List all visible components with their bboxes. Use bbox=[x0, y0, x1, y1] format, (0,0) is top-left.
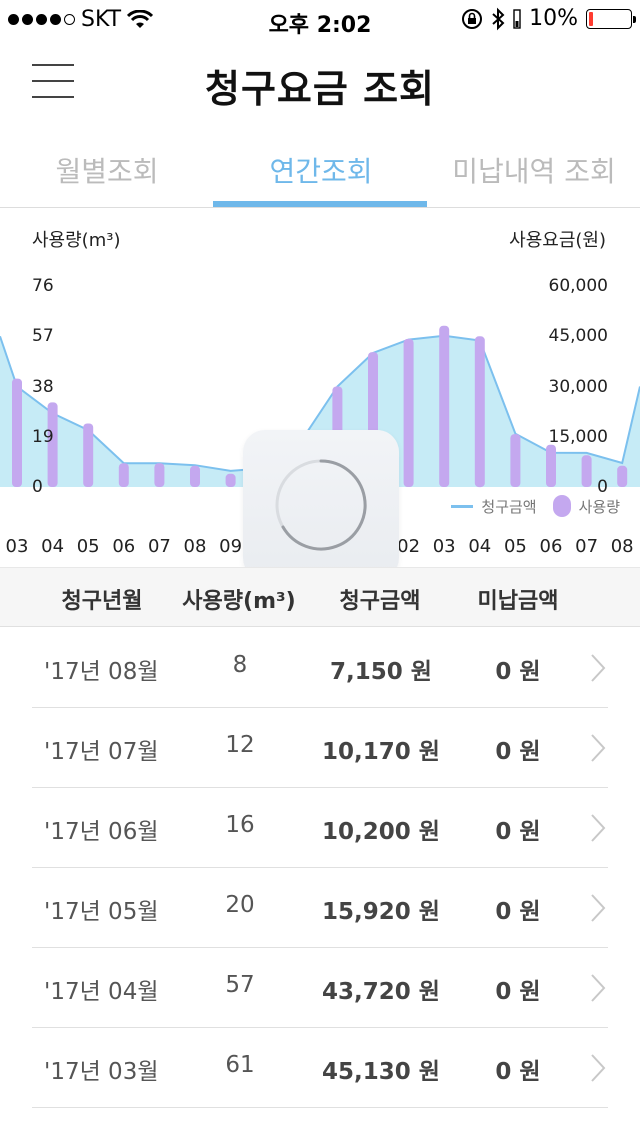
row-unpaid: 0 원 bbox=[495, 739, 541, 765]
bluetooth-icon bbox=[492, 7, 505, 30]
row-usage: 16 bbox=[225, 812, 255, 838]
row-amount: 45,130 원 bbox=[322, 1059, 440, 1085]
chevron-right-icon[interactable] bbox=[588, 652, 608, 684]
x-tick-label: 04 bbox=[41, 536, 65, 557]
x-tick-label: 03 bbox=[432, 536, 456, 557]
usage-bar[interactable] bbox=[581, 455, 592, 487]
usage-bar[interactable] bbox=[190, 465, 200, 487]
tab-monthly[interactable]: 월별조회 bbox=[40, 150, 174, 190]
right-tick-label: 0 bbox=[597, 477, 608, 497]
left-tick-label: 76 bbox=[32, 276, 54, 296]
left-tick-label: 38 bbox=[32, 376, 54, 397]
usage-bar[interactable] bbox=[403, 338, 414, 487]
row-usage: 20 bbox=[225, 892, 255, 918]
chart-legend: 청구금액 사용량 bbox=[451, 495, 620, 517]
left-tick-label: 57 bbox=[32, 326, 54, 347]
usage-bar[interactable] bbox=[118, 463, 129, 487]
table-row[interactable]: '17년 05월 20 15,920 원 0 원 bbox=[32, 868, 608, 948]
x-tick-label: 05 bbox=[503, 536, 527, 557]
row-unpaid: 0 원 bbox=[495, 819, 541, 845]
left-tick-label: 19 bbox=[32, 426, 54, 447]
app-header: 청구요금 조회 bbox=[0, 40, 640, 128]
header-amount: 청구금액 bbox=[339, 589, 421, 614]
row-amount: 10,200 원 bbox=[322, 819, 440, 845]
header-unpaid: 미납금액 bbox=[477, 589, 559, 614]
chevron-right-icon[interactable] bbox=[588, 1052, 608, 1084]
row-amount: 15,920 원 bbox=[322, 899, 440, 925]
table-row[interactable]: '17년 04월 57 43,720 원 0 원 bbox=[32, 948, 608, 1028]
usage-bar[interactable] bbox=[12, 378, 22, 487]
battery-fill bbox=[589, 11, 593, 26]
x-tick-label: 08 bbox=[183, 536, 207, 557]
right-tick-label: 15,000 bbox=[548, 426, 608, 447]
usage-bar[interactable] bbox=[439, 325, 450, 487]
right-tick-label: 45,000 bbox=[548, 326, 608, 347]
header-month: 청구년월 bbox=[61, 589, 143, 614]
row-month: '17년 03월 bbox=[44, 1059, 159, 1085]
usage-bar[interactable] bbox=[225, 473, 236, 487]
x-tick-label: 07 bbox=[147, 536, 171, 557]
legend-bar-swatch bbox=[552, 495, 571, 517]
chevron-right-icon[interactable] bbox=[588, 732, 608, 764]
row-amount: 7,150 원 bbox=[330, 659, 432, 685]
row-usage: 61 bbox=[225, 1052, 255, 1078]
row-month: '17년 06월 bbox=[44, 819, 159, 845]
battery-percent: 10% bbox=[529, 6, 578, 31]
status-bar: SKT 오후 2:02 10% bbox=[0, 0, 640, 40]
tab-bar: 월별조회 연간조회 미납내역 조회 bbox=[0, 132, 640, 208]
table-row[interactable]: '17년 07월 12 10,170 원 0 원 bbox=[32, 708, 608, 788]
loading-indicator bbox=[243, 430, 399, 580]
x-tick-label: 08 bbox=[610, 536, 634, 557]
row-amount: 43,720 원 bbox=[322, 979, 440, 1005]
row-unpaid: 0 원 bbox=[495, 979, 541, 1005]
header-usage: 사용량(m³) bbox=[182, 589, 296, 614]
table-row[interactable]: '17년 03월 61 45,130 원 0 원 bbox=[32, 1028, 608, 1108]
legend-line-swatch bbox=[451, 504, 474, 508]
table-row[interactable]: '17년 06월 16 10,200 원 0 원 bbox=[32, 788, 608, 868]
row-month: '17년 05월 bbox=[44, 899, 159, 925]
row-month: '17년 04월 bbox=[44, 979, 159, 1005]
chevron-right-icon[interactable] bbox=[588, 972, 608, 1004]
page-title: 청구요금 조회 bbox=[205, 67, 435, 111]
row-month: '17년 07월 bbox=[44, 739, 159, 765]
chevron-right-icon[interactable] bbox=[588, 892, 608, 924]
x-tick-label: 06 bbox=[539, 536, 563, 557]
tab-indicator bbox=[213, 201, 427, 207]
legend-item-billing: 청구금액 bbox=[481, 497, 537, 516]
row-month: '17년 08월 bbox=[44, 659, 159, 685]
x-tick-label: 06 bbox=[112, 536, 136, 557]
table-row[interactable]: '17년 08월 8 7,150 원 0 원 bbox=[32, 628, 608, 708]
rotation-lock-icon bbox=[462, 8, 483, 29]
usage-bar[interactable] bbox=[617, 465, 628, 487]
row-unpaid: 0 원 bbox=[495, 1059, 541, 1085]
usage-bar[interactable] bbox=[83, 423, 94, 488]
row-usage: 57 bbox=[225, 972, 255, 998]
tab-unpaid[interactable]: 미납내역 조회 bbox=[448, 150, 620, 190]
battery-small-icon bbox=[513, 8, 521, 29]
usage-bar[interactable] bbox=[474, 336, 485, 488]
chevron-right-icon[interactable] bbox=[588, 812, 608, 844]
status-right: 10% bbox=[461, 6, 636, 31]
spinner-icon bbox=[275, 459, 367, 551]
usage-bar[interactable] bbox=[154, 463, 165, 487]
right-tick-label: 30,000 bbox=[548, 376, 608, 397]
row-unpaid: 0 원 bbox=[495, 899, 541, 925]
usage-bar[interactable] bbox=[510, 434, 521, 487]
row-usage: 8 bbox=[232, 652, 248, 678]
left-tick-label: 0 bbox=[32, 477, 43, 497]
tab-annual[interactable]: 연간조회 bbox=[254, 150, 388, 190]
right-tick-label: 60,000 bbox=[548, 276, 608, 296]
row-amount: 10,170 원 bbox=[322, 739, 440, 765]
x-tick-label: 04 bbox=[468, 536, 492, 557]
x-tick-label: 03 bbox=[5, 536, 29, 557]
x-tick-label: 07 bbox=[575, 536, 599, 557]
usage-bar[interactable] bbox=[546, 444, 556, 487]
bill-list: '17년 08월 8 7,150 원 0 원 '17년 07월 12 10,17… bbox=[0, 628, 640, 1108]
legend-item-usage: 사용량 bbox=[578, 497, 620, 516]
table-header: 청구년월 사용량(m³) 청구금액 미납금액 bbox=[0, 567, 640, 627]
row-usage: 12 bbox=[225, 732, 255, 758]
row-unpaid: 0 원 bbox=[495, 659, 541, 685]
x-tick-label: 05 bbox=[76, 536, 100, 557]
battery-icon bbox=[586, 8, 636, 29]
